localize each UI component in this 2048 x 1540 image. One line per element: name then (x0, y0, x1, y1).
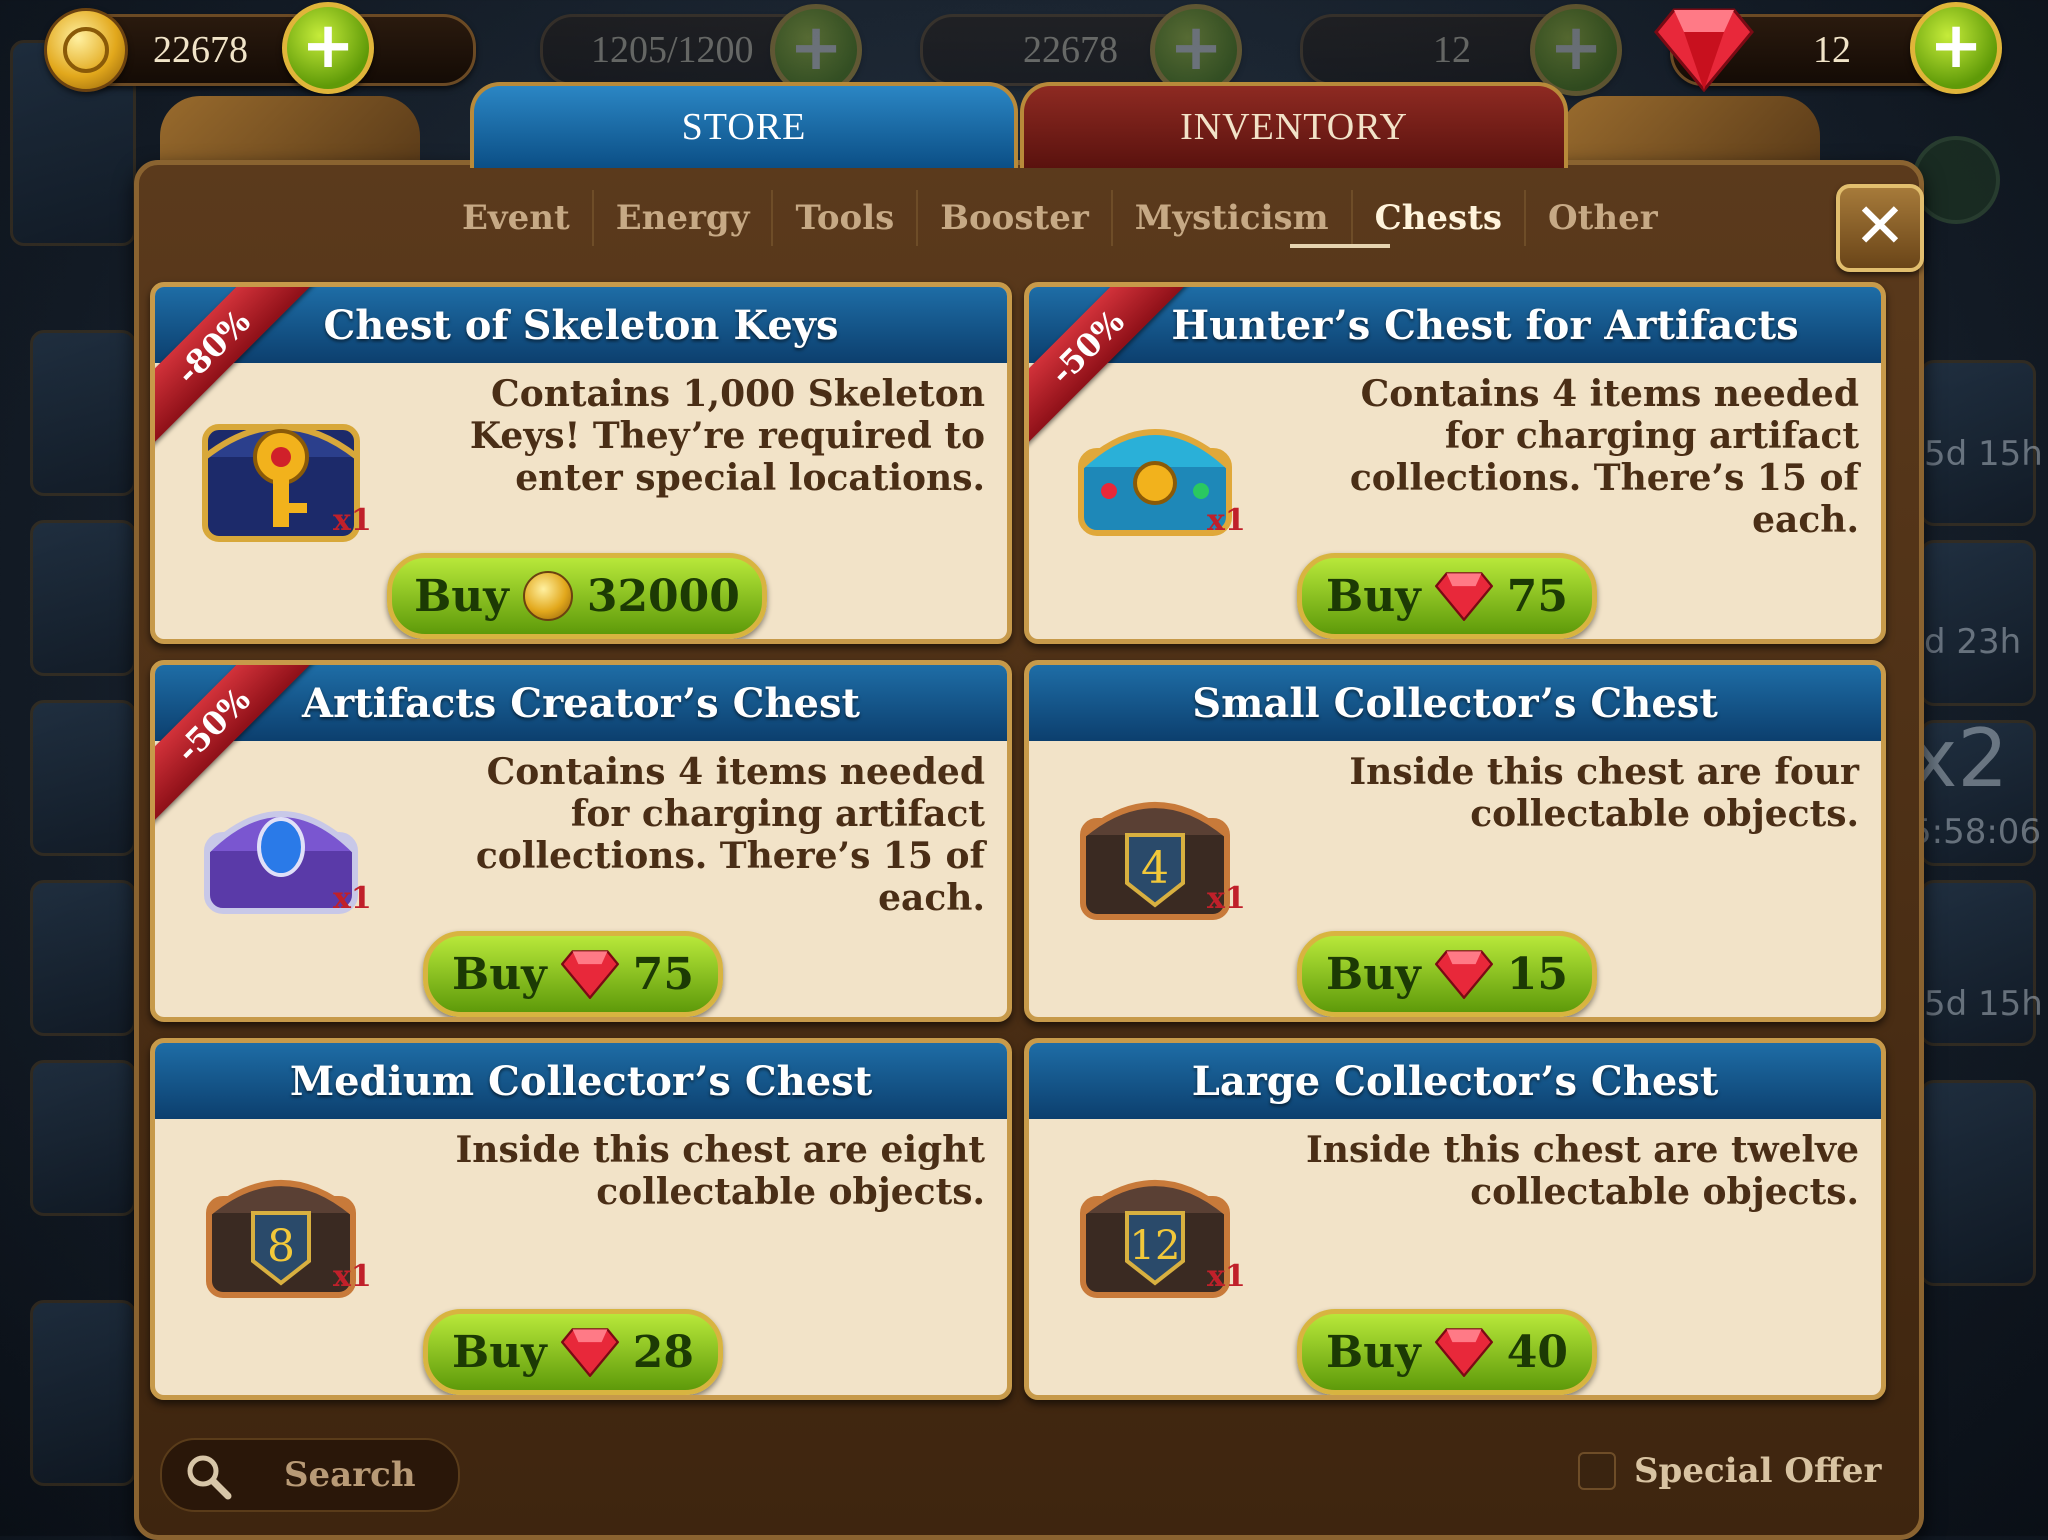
buy-label: Buy (452, 1326, 547, 1378)
ghost-gem-value: 12 (1433, 29, 1471, 71)
subtab-booster[interactable]: Booster (918, 190, 1113, 246)
category-tabs: Event Energy Tools Booster Mysticism Che… (440, 190, 1680, 246)
background-tile (30, 1300, 136, 1486)
store-footer: Search Special Offer (134, 1416, 1914, 1526)
settings-gear-icon[interactable] (1912, 136, 2000, 224)
coin-icon (522, 571, 573, 621)
ruby-icon (1434, 572, 1493, 621)
background-tile (30, 1060, 136, 1216)
price-value: 40 (1506, 1326, 1568, 1378)
search-icon (187, 1455, 232, 1500)
ruby-icon (1434, 950, 1493, 999)
store-item-card: Hunter’s Chest for Artifacts Contains 4 … (1024, 282, 1886, 644)
background-tile (30, 520, 136, 676)
item-title: Small Collector’s Chest (1029, 665, 1881, 741)
item-quantity: x1 (1207, 1259, 1246, 1294)
ghost-coin-value: 22678 (1023, 29, 1118, 71)
item-quantity: x1 (1207, 503, 1246, 538)
price-value: 28 (632, 1326, 694, 1378)
price-value: 75 (632, 948, 694, 1000)
subtab-mysticism[interactable]: Mysticism (1113, 190, 1353, 246)
background-timer: 5:58:06 (1910, 812, 2042, 852)
coin-value: 22678 (153, 29, 248, 71)
buy-button[interactable]: Buy 75 (423, 931, 723, 1017)
background-timer: 5d 15h (1924, 434, 2043, 474)
item-quantity: x1 (333, 881, 372, 916)
buy-button[interactable]: Buy 32000 (387, 553, 767, 639)
subtab-chests[interactable]: Chests (1353, 190, 1527, 246)
price-value: 75 (1506, 570, 1568, 622)
buy-button[interactable]: Buy 40 (1297, 1309, 1597, 1395)
item-title: Medium Collector’s Chest (155, 1043, 1007, 1119)
chest-number: 4 (1141, 843, 1169, 894)
coin-icon (44, 8, 128, 92)
ruby-icon (1434, 1328, 1493, 1377)
buy-button[interactable]: Buy 75 (1297, 553, 1597, 639)
chest-number: 12 (1130, 1223, 1181, 1269)
background-tile (1920, 1080, 2036, 1286)
chest-number: 8 (267, 1221, 295, 1272)
item-quantity: x1 (1207, 881, 1246, 916)
buy-button[interactable]: Buy 28 (423, 1309, 723, 1395)
buy-label: Buy (1326, 948, 1421, 1000)
background-timer: d 23h (1924, 622, 2022, 662)
item-description: Contains 4 items needed for charging art… (475, 751, 985, 919)
special-offer-label: Special Offer (1634, 1451, 1882, 1491)
price-value: 32000 (586, 570, 740, 622)
buy-label: Buy (414, 570, 509, 622)
ruby-icon (560, 950, 619, 999)
item-description: Inside this chest are eight collectable … (455, 1129, 985, 1213)
background-multiplier: x2 (1910, 712, 2009, 805)
buy-label: Buy (1326, 1326, 1421, 1378)
tab-inventory[interactable]: INVENTORY (1020, 82, 1568, 168)
subtab-energy[interactable]: Energy (594, 190, 774, 246)
add-gems-button[interactable]: + (1910, 2, 2002, 94)
price-value: 15 (1506, 948, 1568, 1000)
item-description: Contains 4 items needed for charging art… (1349, 373, 1859, 541)
gem-value: 12 (1813, 29, 1851, 71)
store-item-card: Artifacts Creator’s Chest Contains 4 ite… (150, 660, 1012, 1022)
buy-label: Buy (1326, 570, 1421, 622)
subtab-event[interactable]: Event (440, 190, 594, 246)
buy-label: Buy (452, 948, 547, 1000)
ghost-energy-value: 1205/1200 (591, 29, 754, 71)
close-button[interactable]: ✕ (1836, 184, 1924, 272)
background-timer: 5d 15h (1924, 984, 2043, 1024)
subtab-other[interactable]: Other (1526, 190, 1680, 246)
item-description: Inside this chest are four collectable o… (1349, 751, 1859, 835)
ruby-icon (560, 1328, 619, 1377)
background-tile (30, 330, 136, 496)
item-title: Large Collector’s Chest (1029, 1043, 1881, 1119)
item-description: Inside this chest are twelve collectable… (1305, 1129, 1859, 1213)
background-tile (30, 700, 136, 856)
search-field[interactable]: Search (160, 1438, 460, 1512)
special-offer-checkbox[interactable] (1578, 1452, 1616, 1490)
store-item-card: Medium Collector’s Chest Inside this che… (150, 1038, 1012, 1400)
store-item-card: Chest of Skeleton Keys Contains 1,000 Sk… (150, 282, 1012, 644)
close-icon: ✕ (1854, 189, 1906, 262)
tab-store[interactable]: STORE (470, 82, 1018, 168)
buy-button[interactable]: Buy 15 (1297, 931, 1597, 1017)
background-tile (30, 880, 136, 1036)
search-label: Search (284, 1455, 416, 1495)
store-item-card: Small Collector’s Chest Inside this ches… (1024, 660, 1886, 1022)
item-quantity: x1 (333, 1259, 372, 1294)
store-item-card: Large Collector’s Chest Inside this ches… (1024, 1038, 1886, 1400)
subtab-tools[interactable]: Tools (773, 190, 919, 246)
item-description: Contains 1,000 Skeleton Keys! They’re re… (469, 373, 985, 499)
resource-bar: 22678 + 1205/1200 + 22678 + 12 + 12 + (0, 0, 2048, 96)
add-coins-button[interactable]: + (282, 2, 374, 94)
active-subtab-indicator (1290, 244, 1390, 248)
ruby-icon (1654, 8, 1754, 92)
item-quantity: x1 (333, 503, 372, 538)
